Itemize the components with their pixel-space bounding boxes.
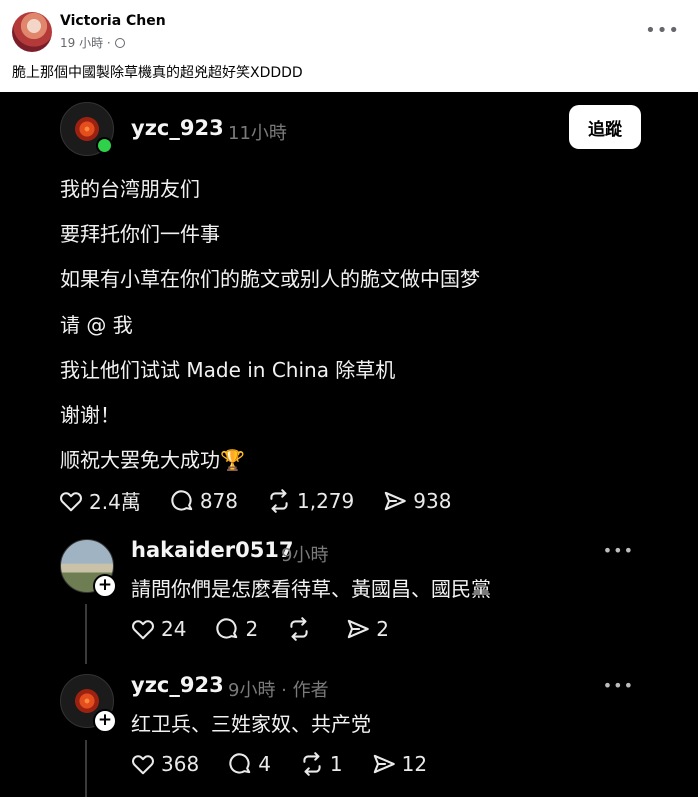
comment-button[interactable]: 4 xyxy=(227,751,271,777)
reply-actions: 368 4 1 12 xyxy=(130,751,455,777)
facebook-post-header: Victoria Chen 19 小時 · ••• 脆上那個中國製除草機真的超兇… xyxy=(0,0,698,92)
post-line: 我让他们试试 Made in China 除草机 xyxy=(60,358,396,382)
share-count: 12 xyxy=(401,752,428,776)
post-line: 谢谢！ xyxy=(60,403,120,427)
post-time[interactable]: 19 小時 · xyxy=(60,34,111,51)
comment-icon xyxy=(229,753,251,774)
thread-line xyxy=(85,604,87,664)
repost-button[interactable]: 1,279 xyxy=(266,488,354,514)
reply-more-button[interactable]: ••• xyxy=(603,676,634,695)
reply-text: 請問你們是怎麼看待草、黃國昌、國民黨 xyxy=(131,577,491,601)
like-count: 2.4萬 xyxy=(89,490,141,514)
globe-icon xyxy=(114,37,125,48)
post-username[interactable]: yzc_923 xyxy=(131,116,224,140)
comment-button[interactable]: 878 xyxy=(169,488,238,514)
post-line: 我的台湾朋友们 xyxy=(60,177,200,201)
repost-count: 1 xyxy=(329,752,343,776)
share-icon xyxy=(373,754,395,774)
heart-icon xyxy=(60,491,82,511)
like-count: 24 xyxy=(161,617,187,641)
share-count: 2 xyxy=(376,617,389,641)
follow-plus-icon[interactable]: + xyxy=(93,709,117,733)
threads-screenshot: yzc_923 11小時 追蹤 我的台湾朋友们 要拜托你们一件事 如果有小草在你… xyxy=(0,92,698,797)
share-icon xyxy=(347,619,369,639)
comment-button[interactable]: 2 xyxy=(214,616,258,642)
post-meta: 19 小時 · xyxy=(60,34,125,51)
comment-count: 878 xyxy=(199,488,238,513)
heart-icon xyxy=(132,620,154,640)
reply-time: 9小時 xyxy=(281,545,329,566)
follow-button[interactable]: 追蹤 xyxy=(569,105,641,149)
author-name[interactable]: Victoria Chen xyxy=(60,13,166,29)
comment-icon xyxy=(171,489,193,511)
share-button[interactable]: 2 xyxy=(345,616,389,642)
heart-icon xyxy=(132,755,154,775)
author-avatar[interactable] xyxy=(12,12,52,52)
like-count: 368 xyxy=(161,752,200,776)
post-time: 11小時 xyxy=(228,123,287,144)
repost-button[interactable]: 1 xyxy=(299,751,343,777)
thread-line xyxy=(85,740,87,797)
post-line: 要拜托你们一件事 xyxy=(60,222,220,246)
like-button[interactable]: 2.4萬 xyxy=(58,486,141,515)
reply-time: 9小時 · 作者 xyxy=(228,680,329,701)
like-button[interactable]: 24 xyxy=(130,616,186,642)
repost-count: 1,279 xyxy=(297,488,355,513)
reply-username[interactable]: yzc_923 xyxy=(131,673,224,697)
follow-plus-icon[interactable]: + xyxy=(93,574,117,598)
reply-more-button[interactable]: ••• xyxy=(603,541,634,560)
post-line: 如果有小草在你们的脆文或别人的脆文做中国梦 xyxy=(60,267,480,291)
more-options-button[interactable]: ••• xyxy=(645,20,680,41)
post-line: 顺祝大罢免大成功🏆 xyxy=(60,448,245,472)
share-button[interactable]: 938 xyxy=(382,488,451,514)
online-status-icon xyxy=(96,137,113,154)
repost-icon xyxy=(290,617,308,641)
comment-count: 4 xyxy=(258,752,271,776)
post-line: 请 @ 我 xyxy=(60,313,133,337)
like-button[interactable]: 368 xyxy=(130,751,199,777)
repost-icon xyxy=(303,752,321,776)
repost-button[interactable] xyxy=(286,616,317,642)
comment-icon xyxy=(216,618,238,639)
repost-icon xyxy=(270,488,288,513)
reply-actions: 24 2 2 xyxy=(130,616,417,642)
share-count: 938 xyxy=(413,488,452,513)
post-caption: 脆上那個中國製除草機真的超兇超好笑XDDDD xyxy=(12,65,303,81)
reply-text: 红卫兵、三姓家奴、共产党 xyxy=(131,712,371,736)
reply-username[interactable]: hakaider0517 xyxy=(131,538,294,562)
share-icon xyxy=(385,491,407,510)
post-actions: 2.4萬 878 1,279 938 xyxy=(58,486,479,515)
comment-count: 2 xyxy=(245,617,259,641)
share-button[interactable]: 12 xyxy=(371,751,427,777)
